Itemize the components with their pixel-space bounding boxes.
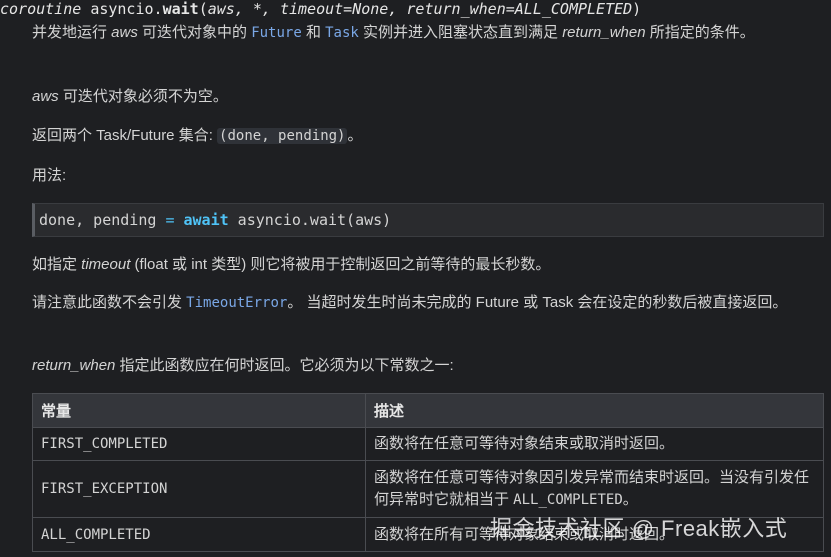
constant-cell: FIRST_EXCEPTION (32, 460, 366, 518)
constant-name: FIRST_EXCEPTION (41, 481, 168, 497)
table-row: FIRST_EXCEPTION 函数将在任意可等待对象因引发异常而结束时返回。当… (32, 460, 824, 518)
column-header-constant: 常量 (32, 393, 366, 428)
description-cell: 函数将在任意可等待对象结束或取消时返回。 (365, 427, 824, 461)
code-block: done, pending = await asyncio.wait(aws) (32, 203, 824, 237)
code-text: done, pending (39, 211, 166, 229)
watermark: 掘金技术社区 @ Freak嵌入式 (490, 516, 788, 541)
text: 指定此函数应在何时返回。它必须为以下常数之一: (115, 357, 454, 374)
doc-page: coroutine asyncio.wait(aws, *, timeout=N… (0, 0, 831, 557)
table-row: FIRST_COMPLETED 函数将在任意可等待对象结束或取消时返回。 (32, 427, 824, 461)
text: 可迭代对象中的 (137, 24, 252, 41)
timeout-error-link[interactable]: TimeoutError (186, 295, 287, 311)
paragraph-timeout-error: 请注意此函数不会引发 TimeoutError。 当超时发生时尚未完成的 Fut… (32, 292, 822, 314)
parameter-list: aws, *, timeout=None, return_when=ALL_CO… (207, 0, 633, 18)
param-aws: aws (111, 24, 138, 41)
paragraph-description: 并发地运行 aws 可迭代对象中的 Future 和 Task 实例并进入阻塞状… (32, 22, 802, 44)
param-timeout: timeout (81, 256, 131, 273)
module-prefix: asyncio. (90, 0, 163, 18)
paragraph-timeout: 如指定 timeout (float 或 int 类型) 则它将被用于控制返回之… (32, 254, 550, 276)
text: 请注意此函数不会引发 (32, 294, 187, 311)
task-link[interactable]: Task (325, 25, 359, 41)
paragraph-returns: 返回两个 Task/Future 集合: (done, pending)。 (32, 125, 363, 147)
text: 并发地运行 (32, 24, 112, 41)
text: 所指定的条件。 (645, 24, 755, 41)
function-name: wait (162, 0, 199, 18)
code-keyword: await (183, 211, 229, 229)
param-return-when: return_when (562, 24, 646, 41)
text: 实例并进入阻塞状态直到满足 (358, 24, 563, 41)
text: 返回两个 Task/Future 集合: (32, 127, 218, 144)
open-paren: ( (198, 0, 208, 18)
function-signature: coroutine asyncio.wait(aws, *, timeout=N… (0, 0, 641, 18)
close-paren: ) (632, 0, 642, 18)
coroutine-keyword: coroutine (0, 0, 82, 18)
text: 和 (301, 24, 326, 41)
param-return-when: return_when (32, 357, 116, 374)
paragraph-aws-nonempty: aws 可迭代对象必须不为空。 (32, 86, 228, 108)
constant-name: ALL_COMPLETED (41, 526, 151, 543)
description-text: 。 (622, 491, 638, 508)
text: (float 或 int 类型) 则它将被用于控制返回之前等待的最长秒数。 (130, 256, 551, 273)
paragraph-return-when: return_when 指定此函数应在何时返回。它必须为以下常数之一: (32, 355, 454, 377)
inline-code: (done, pending) (217, 128, 348, 144)
text: 。 当超时发生时尚未完成的 Future 或 Task 会在设定的秒数后被直接返… (287, 294, 788, 311)
param-aws: aws (32, 88, 59, 105)
inline-code: ALL_COMPLETED (513, 492, 623, 508)
description-cell: 函数将在任意可等待对象因引发异常而结束时返回。当没有引发任何异常时它就相当于 A… (365, 460, 824, 518)
paragraph-usage: 用法: (32, 167, 67, 184)
constant-cell: FIRST_COMPLETED (32, 427, 366, 461)
future-link[interactable]: Future (251, 25, 302, 41)
text: 如指定 (32, 256, 82, 273)
constant-cell: ALL_COMPLETED (32, 517, 366, 552)
text: 。 (347, 127, 363, 144)
text: 可迭代对象必须不为空。 (58, 88, 228, 105)
code-text: asyncio.wait(aws) (228, 211, 392, 229)
column-header-description: 描述 (365, 393, 824, 428)
table-header-row: 常量 描述 (32, 393, 824, 428)
constant-name: FIRST_COMPLETED (41, 436, 168, 452)
